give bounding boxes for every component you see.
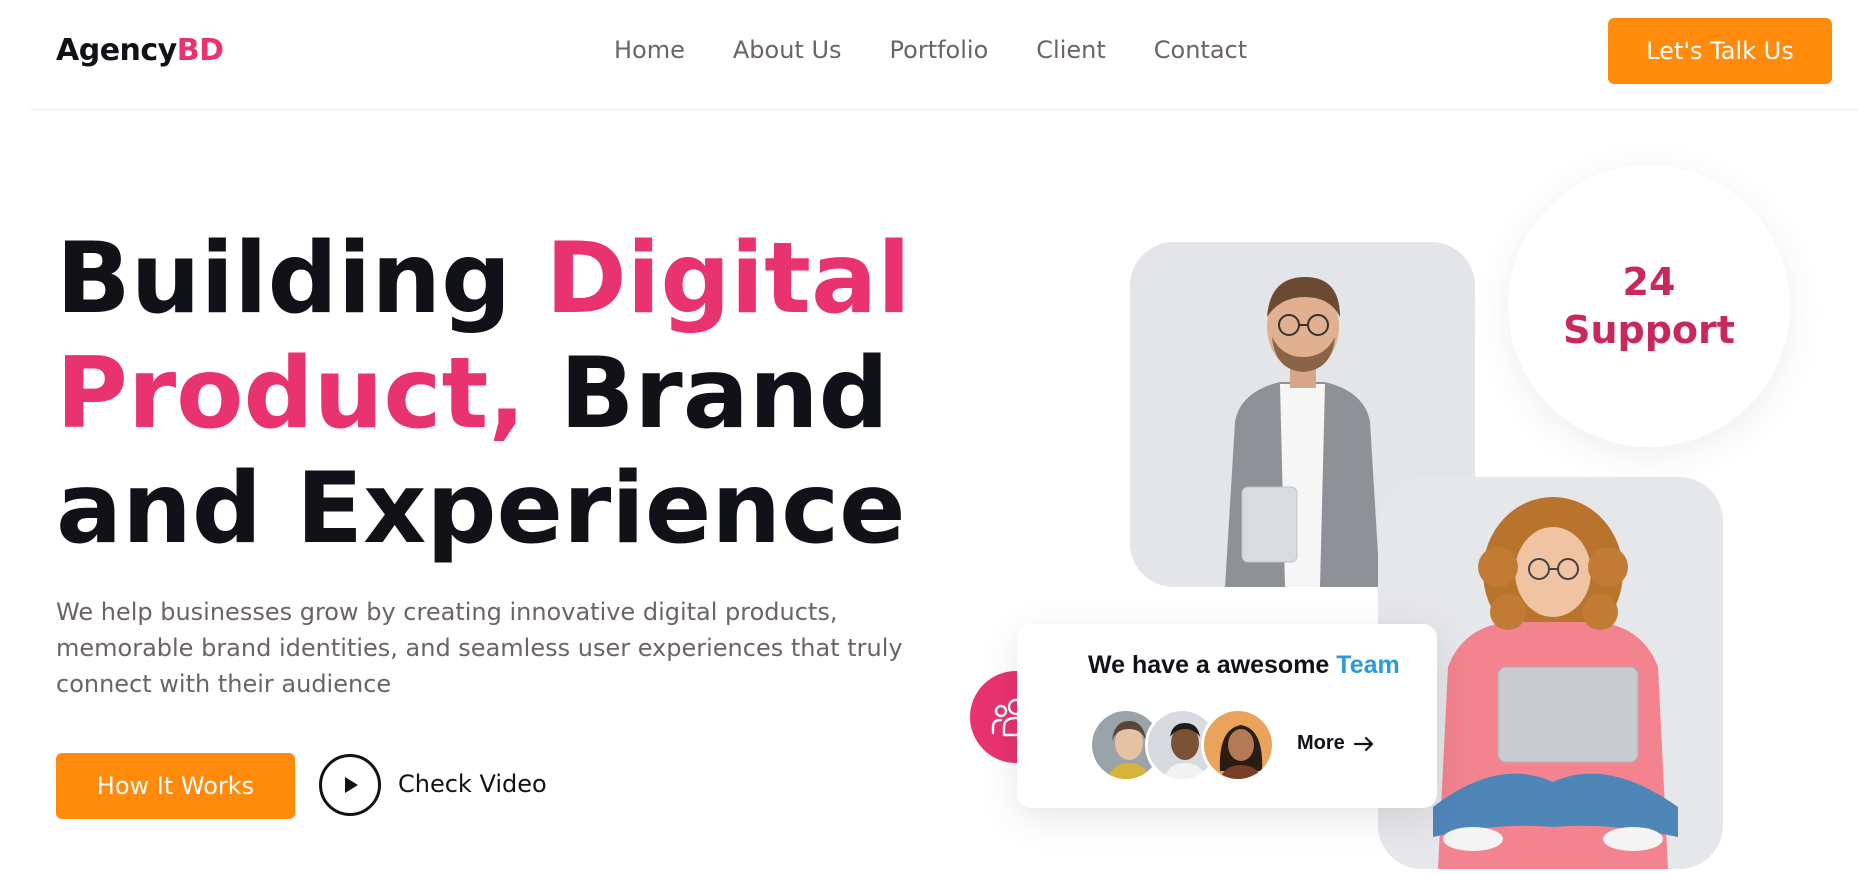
team-title-accent: Team [1336,651,1400,679]
avatar-group [1089,708,1289,782]
support-badge: 24 Support [1508,165,1790,447]
hero-headline: Building Digital Product, Brand and Expe… [56,222,956,567]
support-text: Support [1563,308,1735,352]
logo[interactable]: AgencyBD [56,33,224,68]
play-icon [345,777,358,793]
site-header: AgencyBD Home About Us Portfolio Client … [0,0,1858,110]
nav-client[interactable]: Client [1036,36,1105,64]
nav-contact[interactable]: Contact [1154,36,1247,64]
more-label: More [1297,732,1345,754]
main-nav: Home About Us Portfolio Client Contact [614,36,1295,64]
how-it-works-button[interactable]: How It Works [56,753,295,819]
team-title-main: We have a awesome [1088,651,1337,679]
logo-accent: BD [176,33,224,68]
avatar [1201,708,1275,782]
team-card-title: We have a awesome Team [1088,651,1400,680]
check-video-link[interactable]: Check Video [398,770,547,798]
support-number: 24 [1622,260,1676,304]
headline-part1: Building [56,222,546,336]
more-link[interactable]: More [1297,732,1375,755]
header-divider [30,109,1858,110]
play-video-button[interactable] [319,754,381,816]
hero-description: We help businesses grow by creating inno… [56,598,903,698]
team-card: We have a awesome Team More [1017,624,1437,808]
logo-main: Agency [56,33,177,68]
nav-home[interactable]: Home [614,36,685,64]
lets-talk-button[interactable]: Let's Talk Us [1608,18,1832,84]
nav-portfolio[interactable]: Portfolio [890,36,989,64]
nav-about-us[interactable]: About Us [733,36,842,64]
arrow-right-icon [1353,736,1373,751]
